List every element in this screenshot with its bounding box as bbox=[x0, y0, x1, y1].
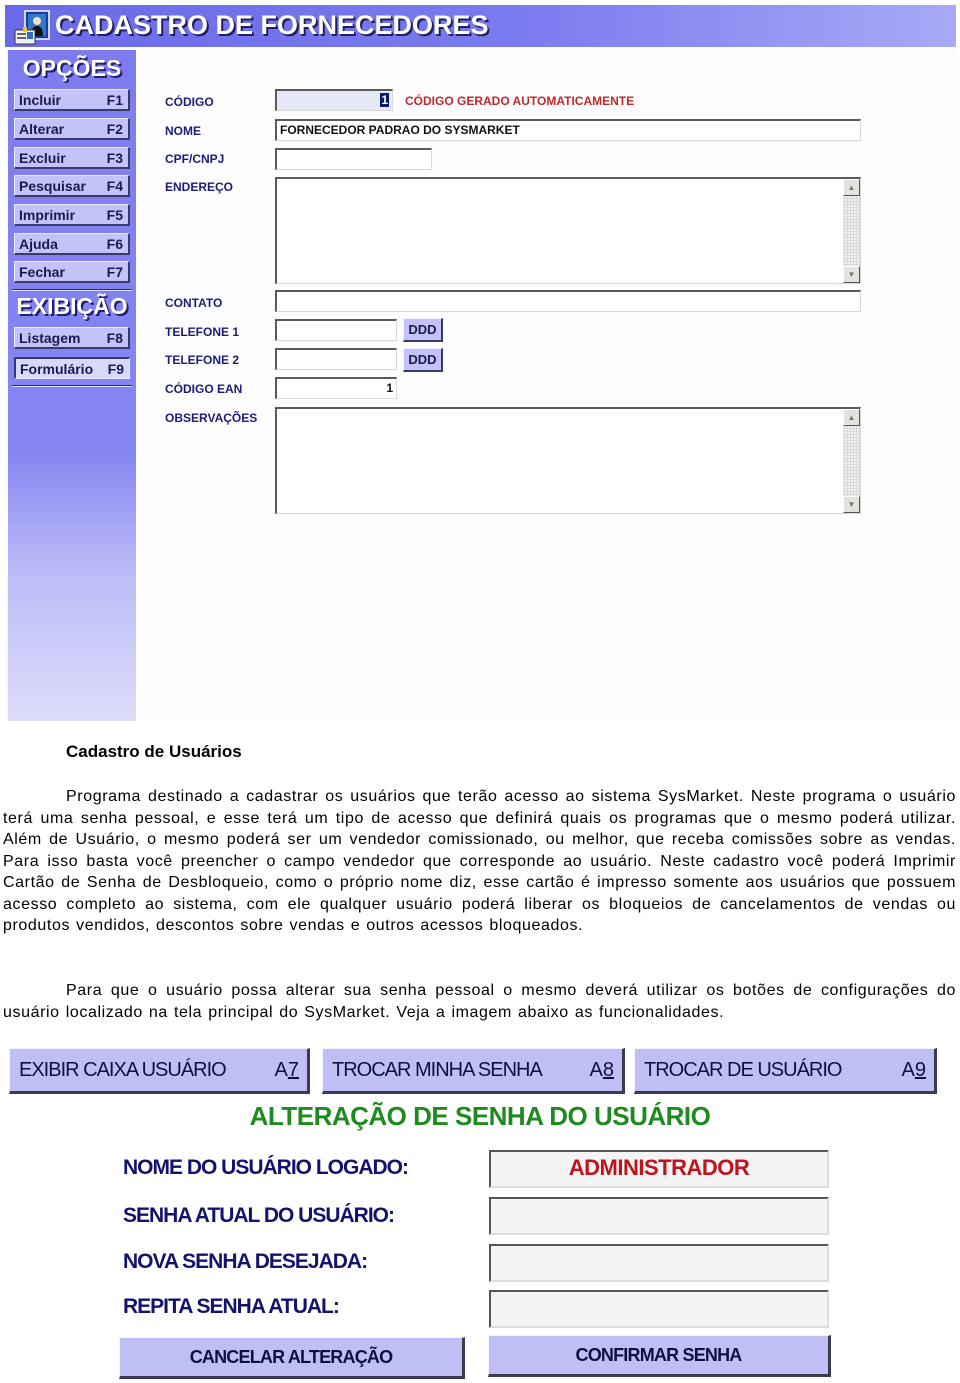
password-change-title: ALTERAÇÃO DE SENHA DO USUÁRIO bbox=[249, 1101, 711, 1131]
section-heading: Cadastro de Usuários bbox=[66, 742, 242, 761]
include-label: Incluir bbox=[19, 92, 62, 108]
phone1-ddd-button[interactable]: DDD bbox=[403, 318, 443, 342]
form-view-label: Formulário bbox=[20, 361, 94, 377]
confirm-password-button[interactable]: CONFIRMAR SENHA bbox=[488, 1335, 831, 1377]
repeat-password-label: REPITA SENHA ATUAL: bbox=[123, 1295, 340, 1318]
include-button[interactable]: Incluir F1 bbox=[14, 89, 130, 111]
address-scrollbar[interactable]: ▲ ▼ bbox=[843, 179, 860, 283]
cpf-cnpj-field[interactable] bbox=[275, 148, 432, 170]
notes-field[interactable]: ▲ ▼ bbox=[275, 407, 861, 514]
search-label: Pesquisar bbox=[19, 178, 86, 194]
current-password-label: SENHA ATUAL DO USUÁRIO: bbox=[123, 1204, 395, 1227]
edit-label: Alterar bbox=[19, 121, 65, 137]
sidebar-divider bbox=[12, 289, 132, 291]
name-field[interactable]: FORNECEDOR PADRAO DO SYSMARKET bbox=[275, 119, 861, 141]
notes-scrollbar[interactable]: ▲ ▼ bbox=[843, 409, 860, 513]
print-key: F5 bbox=[106, 207, 123, 223]
auto-code-note: CÓDIGO GERADO AUTOMATICAMENTE bbox=[405, 94, 635, 108]
supplier-form-window: CADASTRO DE FORNECEDORES OPÇÕES Incluir … bbox=[5, 5, 956, 721]
delete-key: F3 bbox=[106, 150, 123, 166]
form-view-key: F9 bbox=[107, 361, 124, 377]
scroll-down-icon[interactable]: ▼ bbox=[843, 496, 860, 513]
ean-code-label: CÓDIGO EAN bbox=[165, 382, 243, 396]
user-card-icon bbox=[14, 10, 50, 45]
contact-label: CONTATO bbox=[165, 296, 223, 310]
include-key: F1 bbox=[106, 92, 123, 108]
phone1-field[interactable] bbox=[275, 319, 397, 341]
delete-button[interactable]: Excluir F3 bbox=[14, 147, 130, 169]
cancel-change-button[interactable]: CANCELAR ALTERAÇÃO bbox=[119, 1337, 465, 1379]
contact-field[interactable] bbox=[275, 290, 861, 312]
scroll-down-icon[interactable]: ▼ bbox=[843, 266, 860, 283]
logged-user-label: NOME DO USUÁRIO LOGADO: bbox=[123, 1156, 409, 1179]
phone1-label: TELEFONE 1 bbox=[165, 325, 240, 339]
logged-user-field: ADMINISTRADOR bbox=[489, 1150, 829, 1188]
sidebar-divider bbox=[12, 385, 132, 387]
show-user-cashier-button[interactable]: EXIBIR CAIXA USUÁRIO A7 bbox=[9, 1048, 310, 1094]
paragraph: Programa destinado a cadastrar os usuári… bbox=[3, 788, 956, 934]
ean-code-field[interactable]: 1 bbox=[275, 377, 397, 399]
change-my-password-button[interactable]: TROCAR MINHA SENHA A8 bbox=[322, 1048, 625, 1094]
help-label: Ajuda bbox=[19, 236, 58, 252]
close-key: F7 bbox=[106, 264, 123, 280]
list-view-label: Listagem bbox=[19, 330, 81, 346]
address-label: ENDEREÇO bbox=[165, 180, 234, 194]
new-password-label: NOVA SENHA DESEJADA: bbox=[123, 1250, 368, 1273]
edit-button[interactable]: Alterar F2 bbox=[14, 118, 130, 140]
repeat-password-field[interactable] bbox=[489, 1290, 829, 1328]
phone2-ddd-button[interactable]: DDD bbox=[403, 348, 443, 372]
close-label: Fechar bbox=[19, 264, 65, 280]
print-label: Imprimir bbox=[19, 207, 76, 223]
address-field[interactable]: ▲ ▼ bbox=[275, 177, 861, 284]
help-key: F6 bbox=[106, 236, 123, 252]
window-title: CADASTRO DE FORNECEDORES bbox=[55, 10, 489, 40]
code-label: CÓDIGO bbox=[165, 95, 214, 109]
scroll-up-icon[interactable]: ▲ bbox=[843, 409, 860, 426]
cpf-cnpj-label: CPF/CNPJ bbox=[165, 152, 225, 166]
edit-key: F2 bbox=[106, 121, 123, 137]
search-key: F4 bbox=[106, 178, 123, 194]
phone2-label: TELEFONE 2 bbox=[165, 353, 240, 367]
list-view-key: F8 bbox=[106, 330, 123, 346]
print-button[interactable]: Imprimir F5 bbox=[14, 204, 130, 226]
current-password-field[interactable] bbox=[489, 1197, 829, 1235]
code-field[interactable]: 1 bbox=[275, 89, 393, 111]
options-sidebar: OPÇÕES Incluir F1 Alterar F2 Excluir F3 … bbox=[8, 50, 136, 721]
search-button[interactable]: Pesquisar F4 bbox=[14, 175, 130, 197]
name-label: NOME bbox=[165, 124, 201, 138]
title-bar: CADASTRO DE FORNECEDORES bbox=[5, 5, 956, 47]
scroll-up-icon[interactable]: ▲ bbox=[843, 179, 860, 196]
help-button[interactable]: Ajuda F6 bbox=[14, 233, 130, 255]
switch-user-button[interactable]: TROCAR DE USUÁRIO A9 bbox=[634, 1048, 937, 1094]
form-view-button[interactable]: Formulário F9 bbox=[14, 357, 130, 379]
display-heading: EXIBIÇÃO bbox=[16, 293, 128, 319]
close-button[interactable]: Fechar F7 bbox=[14, 261, 130, 283]
phone2-field[interactable] bbox=[275, 348, 397, 370]
list-view-button[interactable]: Listagem F8 bbox=[14, 327, 130, 349]
delete-label: Excluir bbox=[19, 150, 66, 166]
paragraph: Para que o usuário possa alterar sua sen… bbox=[3, 982, 956, 1021]
notes-label: OBSERVAÇÕES bbox=[165, 411, 258, 425]
new-password-field[interactable] bbox=[489, 1244, 829, 1282]
options-heading: OPÇÕES bbox=[22, 55, 122, 81]
